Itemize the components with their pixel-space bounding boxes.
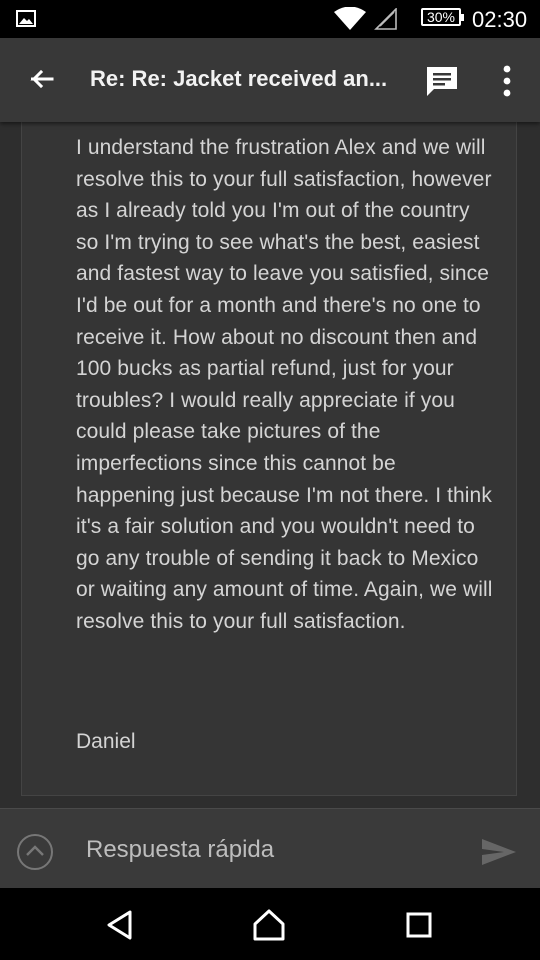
- home-nav-icon[interactable]: [252, 908, 286, 942]
- system-nav-bar: [0, 888, 540, 960]
- quick-reply-input[interactable]: [84, 831, 458, 869]
- status-time: 02:30: [472, 7, 528, 32]
- back-arrow-icon[interactable]: [22, 60, 62, 100]
- recents-nav-icon[interactable]: [402, 908, 436, 942]
- message-signature: Daniel: [76, 730, 136, 753]
- send-icon[interactable]: [480, 837, 518, 867]
- expand-icon[interactable]: [16, 833, 54, 871]
- more-vert-icon[interactable]: [492, 62, 522, 102]
- gallery-icon: [16, 10, 36, 27]
- message-body: I understand the frustration Alex and we…: [76, 136, 493, 633]
- back-nav-icon[interactable]: [103, 908, 137, 942]
- quick-reply-bar: [0, 808, 540, 888]
- reply-all-icon[interactable]: [424, 64, 460, 100]
- signal-icon: [374, 8, 397, 30]
- battery-level: 30%: [426, 9, 456, 25]
- battery-icon: 30%: [421, 8, 464, 26]
- app-bar: Re: Re: Jacket received an...: [0, 38, 540, 122]
- email-subject-title: Re: Re: Jacket received an...: [90, 66, 388, 91]
- wifi-icon: [334, 7, 366, 30]
- status-bar: 30% 02:30: [0, 0, 540, 38]
- message-card: I understand the frustration Alex and we…: [21, 122, 517, 796]
